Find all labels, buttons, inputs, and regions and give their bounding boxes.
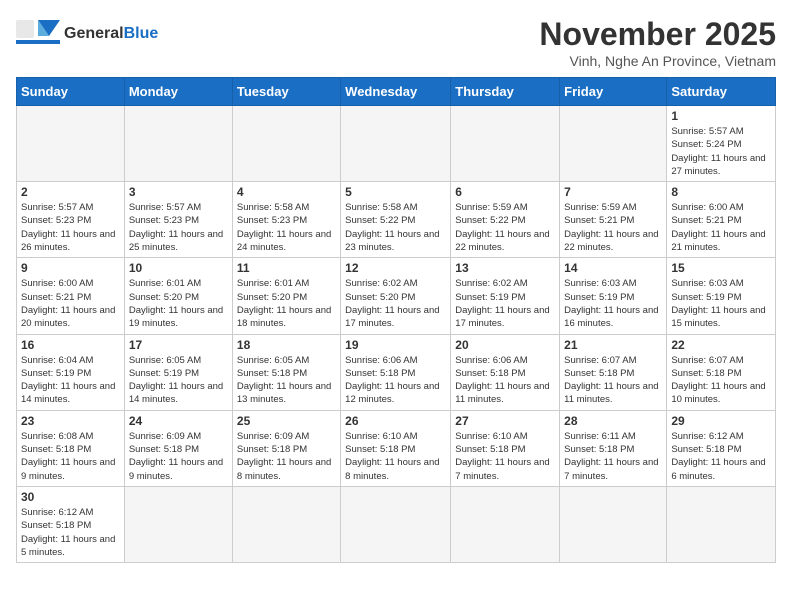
- day-22: 22 Sunrise: 6:07 AMSunset: 5:18 PMDaylig…: [667, 334, 776, 410]
- calendar-row-4: 16 Sunrise: 6:04 AMSunset: 5:19 PMDaylig…: [17, 334, 776, 410]
- day-25: 25 Sunrise: 6:09 AMSunset: 5:18 PMDaylig…: [232, 410, 340, 486]
- empty-cell: [451, 486, 560, 562]
- location: Vinh, Nghe An Province, Vietnam: [539, 53, 776, 69]
- day-27: 27 Sunrise: 6:10 AMSunset: 5:18 PMDaylig…: [451, 410, 560, 486]
- header-monday: Monday: [124, 78, 232, 106]
- header-thursday: Thursday: [451, 78, 560, 106]
- header-tuesday: Tuesday: [232, 78, 340, 106]
- day-1: 1 Sunrise: 5:57 AM Sunset: 5:24 PM Dayli…: [667, 106, 776, 182]
- day-20: 20 Sunrise: 6:06 AMSunset: 5:18 PMDaylig…: [451, 334, 560, 410]
- empty-cell: [124, 106, 232, 182]
- header-wednesday: Wednesday: [341, 78, 451, 106]
- empty-cell: [17, 106, 125, 182]
- logo: GeneralBlue: [16, 16, 158, 52]
- day-2: 2 Sunrise: 5:57 AMSunset: 5:23 PMDayligh…: [17, 182, 125, 258]
- day-13: 13 Sunrise: 6:02 AMSunset: 5:19 PMDaylig…: [451, 258, 560, 334]
- day-15: 15 Sunrise: 6:03 AMSunset: 5:19 PMDaylig…: [667, 258, 776, 334]
- logo-blue: Blue: [124, 25, 159, 42]
- day-16: 16 Sunrise: 6:04 AMSunset: 5:19 PMDaylig…: [17, 334, 125, 410]
- calendar-row-2: 2 Sunrise: 5:57 AMSunset: 5:23 PMDayligh…: [17, 182, 776, 258]
- empty-cell: [341, 486, 451, 562]
- header-sunday: Sunday: [17, 78, 125, 106]
- day-18: 18 Sunrise: 6:05 AMSunset: 5:18 PMDaylig…: [232, 334, 340, 410]
- day-29: 29 Sunrise: 6:12 AMSunset: 5:18 PMDaylig…: [667, 410, 776, 486]
- day-28: 28 Sunrise: 6:11 AMSunset: 5:18 PMDaylig…: [560, 410, 667, 486]
- calendar-row-3: 9 Sunrise: 6:00 AMSunset: 5:21 PMDayligh…: [17, 258, 776, 334]
- day-9: 9 Sunrise: 6:00 AMSunset: 5:21 PMDayligh…: [17, 258, 125, 334]
- empty-cell: [341, 106, 451, 182]
- day-11: 11 Sunrise: 6:01 AMSunset: 5:20 PMDaylig…: [232, 258, 340, 334]
- empty-cell: [232, 106, 340, 182]
- day-21: 21 Sunrise: 6:07 AMSunset: 5:18 PMDaylig…: [560, 334, 667, 410]
- day-10: 10 Sunrise: 6:01 AMSunset: 5:20 PMDaylig…: [124, 258, 232, 334]
- day-3: 3 Sunrise: 5:57 AMSunset: 5:23 PMDayligh…: [124, 182, 232, 258]
- day-6: 6 Sunrise: 5:59 AMSunset: 5:22 PMDayligh…: [451, 182, 560, 258]
- day-5: 5 Sunrise: 5:58 AMSunset: 5:22 PMDayligh…: [341, 182, 451, 258]
- page-header: GeneralBlue November 2025 Vinh, Nghe An …: [16, 16, 776, 69]
- empty-cell: [560, 106, 667, 182]
- calendar-row-6: 30 Sunrise: 6:12 AMSunset: 5:18 PMDaylig…: [17, 486, 776, 562]
- empty-cell: [124, 486, 232, 562]
- day-14: 14 Sunrise: 6:03 AMSunset: 5:19 PMDaylig…: [560, 258, 667, 334]
- day-24: 24 Sunrise: 6:09 AMSunset: 5:18 PMDaylig…: [124, 410, 232, 486]
- day-8: 8 Sunrise: 6:00 AMSunset: 5:21 PMDayligh…: [667, 182, 776, 258]
- logo-general: General: [64, 25, 124, 42]
- calendar-row-1: 1 Sunrise: 5:57 AM Sunset: 5:24 PM Dayli…: [17, 106, 776, 182]
- weekday-header-row: Sunday Monday Tuesday Wednesday Thursday…: [17, 78, 776, 106]
- calendar-row-5: 23 Sunrise: 6:08 AMSunset: 5:18 PMDaylig…: [17, 410, 776, 486]
- day-26: 26 Sunrise: 6:10 AMSunset: 5:18 PMDaylig…: [341, 410, 451, 486]
- title-block: November 2025 Vinh, Nghe An Province, Vi…: [539, 16, 776, 69]
- day-17: 17 Sunrise: 6:05 AMSunset: 5:19 PMDaylig…: [124, 334, 232, 410]
- day-23: 23 Sunrise: 6:08 AMSunset: 5:18 PMDaylig…: [17, 410, 125, 486]
- header-friday: Friday: [560, 78, 667, 106]
- day-30: 30 Sunrise: 6:12 AMSunset: 5:18 PMDaylig…: [17, 486, 125, 562]
- day-4: 4 Sunrise: 5:58 AMSunset: 5:23 PMDayligh…: [232, 182, 340, 258]
- month-title: November 2025: [539, 16, 776, 53]
- logo-icon: [16, 16, 60, 52]
- day-19: 19 Sunrise: 6:06 AMSunset: 5:18 PMDaylig…: [341, 334, 451, 410]
- empty-cell: [560, 486, 667, 562]
- empty-cell: [232, 486, 340, 562]
- calendar-table: Sunday Monday Tuesday Wednesday Thursday…: [16, 77, 776, 563]
- day-12: 12 Sunrise: 6:02 AMSunset: 5:20 PMDaylig…: [341, 258, 451, 334]
- day-7: 7 Sunrise: 5:59 AMSunset: 5:21 PMDayligh…: [560, 182, 667, 258]
- empty-cell: [667, 486, 776, 562]
- empty-cell: [451, 106, 560, 182]
- header-saturday: Saturday: [667, 78, 776, 106]
